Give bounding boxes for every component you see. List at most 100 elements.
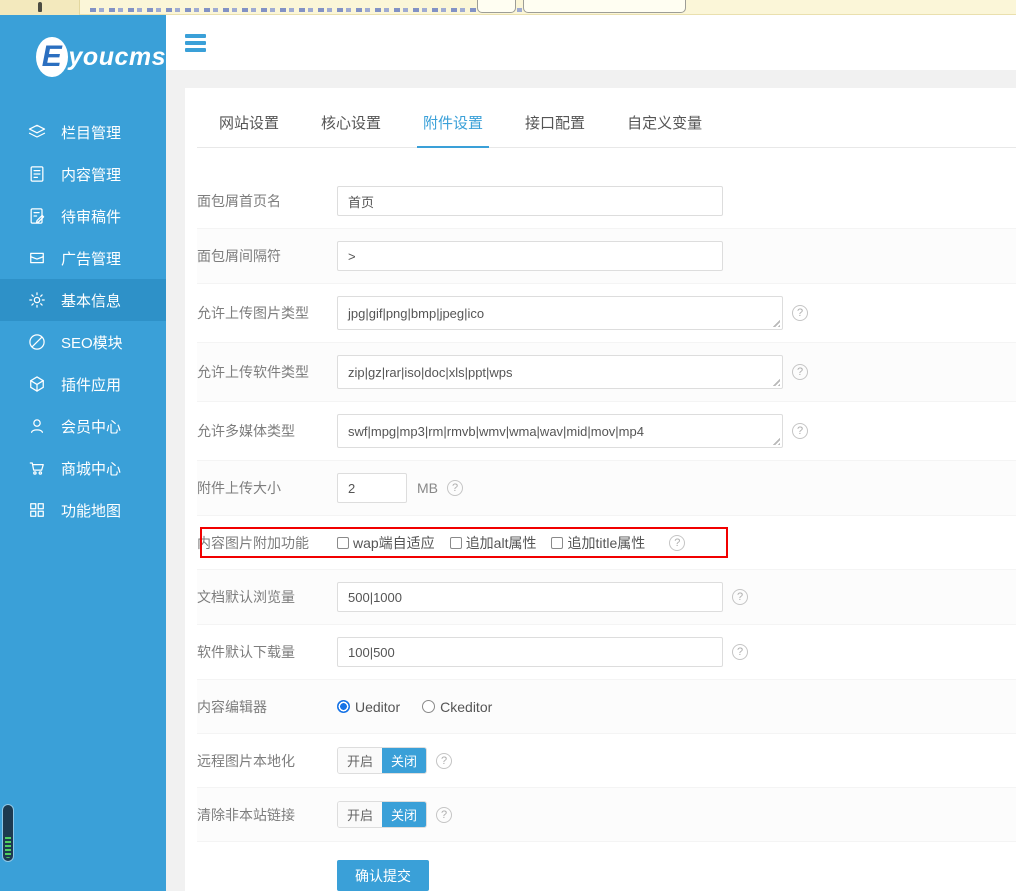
tab-网站设置[interactable]: 网站设置 [213,112,285,148]
tab-自定义变量[interactable]: 自定义变量 [621,112,708,148]
toolbar-button[interactable] [477,0,516,13]
checkbox-icon[interactable] [337,537,349,549]
doc-default-views-input[interactable] [337,582,723,612]
form-row-breadcrumb-separator: 面包屑间隔符 [197,229,1016,284]
remote-image-localize-on-button[interactable]: 开启 [338,748,382,773]
help-icon[interactable]: ? [436,807,452,823]
top-header [166,15,1016,70]
breadcrumb-home-label: 面包屑首页名 [197,191,337,211]
sidebar-item-label: 待审稿件 [61,206,121,227]
clean-external-links-toggle: 开启关闭 [337,801,427,828]
sidebar-item-map[interactable]: 功能地图 [0,489,166,531]
media-upload-types-textarea[interactable] [337,414,783,448]
logo-text: youcms [69,43,166,72]
settings-tabs: 网站设置核心设置附件设置接口配置自定义变量 [197,88,1016,148]
checkbox-wap端自适应[interactable]: wap端自适应 [337,533,435,553]
pin-icon [38,2,42,12]
main-area: 网站设置核心设置附件设置接口配置自定义变量 面包屑首页名面包屑间隔符允许上传图片… [166,15,1016,891]
sidebar-item-member[interactable]: 会员中心 [0,405,166,447]
soft-default-downloads-control: ? [337,637,748,667]
image-upload-types-textarea-wrap [337,296,783,330]
radio-Ueditor[interactable]: Ueditor [337,699,400,715]
map-icon [27,500,47,520]
soft-upload-types-textarea-wrap [337,355,783,389]
sidebar-item-seo[interactable]: SEO模块 [0,321,166,363]
form-row-media-upload-types: 允许多媒体类型? [197,402,1016,461]
form-row-clean-external-links: 清除非本站链接开启关闭? [197,788,1016,842]
checkbox-icon[interactable] [551,537,563,549]
tab-接口配置[interactable]: 接口配置 [519,112,591,148]
radio-icon[interactable] [337,700,350,713]
plugin-icon [27,374,47,394]
checkbox-icon[interactable] [450,537,462,549]
help-icon[interactable]: ? [792,364,808,380]
media-upload-types-label: 允许多媒体类型 [197,421,337,441]
checkbox-label: 追加title属性 [567,533,645,553]
checkbox-label: 追加alt属性 [466,533,537,553]
content-editor-label: 内容编辑器 [197,697,337,717]
clean-external-links-control: 开启关闭? [337,800,452,829]
form-row-breadcrumb-home: 面包屑首页名 [197,174,1016,229]
sidebar-item-mall[interactable]: 商城中心 [0,447,166,489]
soft-default-downloads-label: 软件默认下载量 [197,642,337,662]
sidebar-item-label: SEO模块 [61,332,123,353]
remote-image-localize-off-button[interactable]: 关闭 [382,748,426,773]
form-row-content-editor: 内容编辑器Ueditor Ckeditor [197,680,1016,734]
sidebar: E youcms 栏目管理内容管理待审稿件广告管理基本信息 SEO模块插件应用会员… [0,15,166,891]
help-icon[interactable]: ? [732,644,748,660]
help-icon[interactable]: ? [447,480,463,496]
help-icon[interactable]: ? [792,423,808,439]
image-upload-types-control: ? [337,296,808,330]
clean-external-links-on-button[interactable]: 开启 [338,802,382,827]
sidebar-item-draft[interactable]: 待审稿件 [0,195,166,237]
logo[interactable]: E youcms [0,15,166,77]
layers-icon [27,122,47,142]
remote-image-localize-control: 开启关闭? [337,746,452,775]
content-image-extras-label: 内容图片附加功能 [197,533,337,553]
help-icon[interactable]: ? [792,305,808,321]
sidebar-item-label: 内容管理 [61,164,121,185]
submit-button[interactable]: 确认提交 [337,860,429,891]
tab-附件设置[interactable]: 附件设置 [417,112,489,148]
radio-Ckeditor[interactable]: Ckeditor [422,699,492,715]
settings-card: 网站设置核心设置附件设置接口配置自定义变量 面包屑首页名面包屑间隔符允许上传图片… [185,88,1016,891]
help-icon[interactable]: ? [436,753,452,769]
radio-label: Ckeditor [440,699,492,715]
sidebar-item-label: 功能地图 [61,500,121,521]
toolbar-input[interactable] [523,0,686,13]
radio-icon[interactable] [422,700,435,713]
help-icon[interactable]: ? [669,535,685,551]
image-upload-types-label: 允许上传图片类型 [197,303,337,323]
sidebar-item-content[interactable]: 内容管理 [0,153,166,195]
seo-icon [27,332,47,352]
sidebar-item-gear[interactable]: 基本信息 [0,279,166,321]
soft-upload-types-textarea[interactable] [337,355,783,389]
checkbox-追加alt属性[interactable]: 追加alt属性 [450,533,537,553]
clean-external-links-label: 清除非本站链接 [197,805,337,825]
sidebar-item-layers[interactable]: 栏目管理 [0,111,166,153]
form-row-soft-upload-types: 允许上传软件类型? [197,343,1016,402]
image-upload-types-textarea[interactable] [337,296,783,330]
toolbar-left-block [0,0,80,15]
tab-核心设置[interactable]: 核心设置 [315,112,387,148]
form-row-remote-image-localize: 远程图片本地化开启关闭? [197,734,1016,788]
logo-icon: E [36,37,68,77]
breadcrumb-home-control [337,186,723,216]
form-row-soft-default-downloads: 软件默认下载量? [197,625,1016,680]
soft-upload-types-label: 允许上传软件类型 [197,362,337,382]
recorder-widget [2,804,14,862]
clean-external-links-off-button[interactable]: 关闭 [382,802,426,827]
sidebar-item-ad[interactable]: 广告管理 [0,237,166,279]
sidebar-item-plugin[interactable]: 插件应用 [0,363,166,405]
breadcrumb-separator-input[interactable] [337,241,723,271]
menu-toggle-icon[interactable] [185,34,206,52]
soft-default-downloads-input[interactable] [337,637,723,667]
help-icon[interactable]: ? [732,589,748,605]
remote-image-localize-label: 远程图片本地化 [197,751,337,771]
form-row-image-upload-types: 允许上传图片类型? [197,284,1016,343]
breadcrumb-home-input[interactable] [337,186,723,216]
media-upload-types-textarea-wrap [337,414,783,448]
content-image-extras-control: wap端自适应 追加alt属性 追加title属性? [337,528,685,557]
attachment-size-input[interactable] [337,473,407,503]
checkbox-追加title属性[interactable]: 追加title属性 [551,533,645,553]
